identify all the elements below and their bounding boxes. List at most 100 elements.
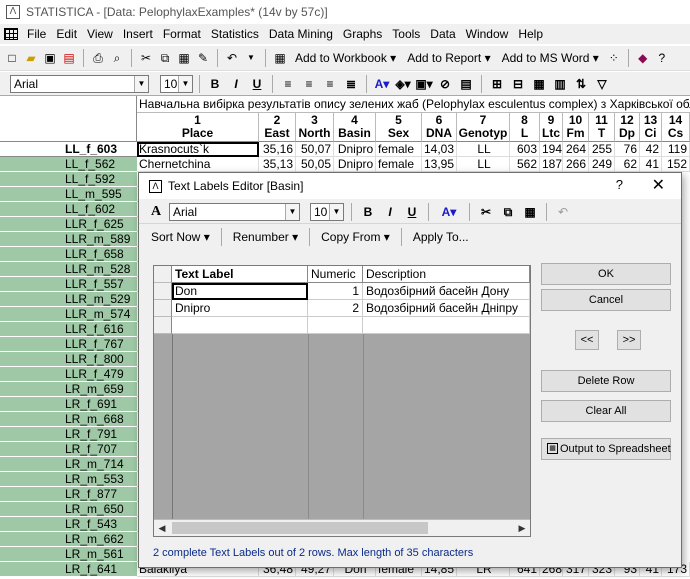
row-label[interactable]: LR_f_691 [0, 397, 137, 412]
row-label[interactable]: LL_f_602 [0, 202, 137, 217]
table-cell[interactable]: female [376, 157, 422, 172]
table-cell[interactable]: female [376, 142, 422, 157]
menu-window[interactable]: Window [461, 27, 514, 41]
column-header-6[interactable]: 6 DNA [422, 113, 457, 142]
table-cell[interactable]: Chernetchina [137, 157, 259, 172]
table-cell[interactable]: 119 [662, 142, 690, 157]
table-cell[interactable]: 14,03 [422, 142, 457, 157]
row-header[interactable] [154, 317, 172, 334]
column-header-11[interactable]: 11 T [589, 113, 615, 142]
delete-row-button[interactable]: Delete Row [541, 370, 671, 392]
menu-data-mining[interactable]: Data Mining [264, 27, 338, 41]
table-cell[interactable]: 62 [615, 157, 640, 172]
table-cell[interactable]: LL [457, 157, 510, 172]
paste-icon[interactable]: ▦ [176, 50, 192, 66]
chevron-down-icon[interactable]: ▼ [243, 50, 259, 66]
paste-icon[interactable]: ▦ [521, 203, 539, 221]
row-label[interactable]: LLR_f_557 [0, 277, 137, 292]
column-header-12[interactable]: 12 Dp [615, 113, 640, 142]
menu-view[interactable]: View [82, 27, 118, 41]
book-icon[interactable]: ◆ [635, 50, 651, 66]
row-label[interactable]: LR_f_543 [0, 517, 137, 532]
column-header-14[interactable]: 14 Cs [662, 113, 690, 142]
cases-icon[interactable]: ⊟ [509, 75, 527, 93]
row-label[interactable]: LR_m_659 [0, 382, 137, 397]
bold-button[interactable]: B [206, 75, 224, 93]
menu-data[interactable]: Data [425, 27, 460, 41]
table-cell[interactable]: Dnipro [334, 142, 376, 157]
help-button[interactable]: ? [616, 177, 623, 192]
table-cell[interactable]: 50,05 [296, 157, 334, 172]
column-header-1[interactable]: 1 Place [137, 113, 259, 142]
table-cell[interactable]: 194 [540, 142, 563, 157]
header-text-label[interactable]: Text Label [172, 266, 308, 283]
row-label[interactable]: LR_m_668 [0, 412, 137, 427]
numeric-cell[interactable]: 2 [308, 300, 363, 317]
text-label-cell[interactable] [172, 317, 308, 334]
renumber-button[interactable]: Renumber ▾ [231, 230, 300, 244]
save-icon[interactable]: ▣ [42, 50, 58, 66]
row-label[interactable]: LR_m_553 [0, 472, 137, 487]
format-painter-icon[interactable]: ✎ [195, 50, 211, 66]
column-header-10[interactable]: 10 Fm [563, 113, 589, 142]
column-header-9[interactable]: 9 Ltc [540, 113, 563, 142]
decimal-icon[interactable]: ⊘ [436, 75, 454, 93]
scroll-left-icon[interactable]: ◀ [154, 520, 170, 536]
description-cell[interactable]: Водозбірний басейн Дону [363, 283, 530, 300]
font-color-icon[interactable]: A▾ [436, 203, 462, 221]
table-cell[interactable]: 255 [589, 142, 615, 157]
cancel-button[interactable]: Cancel [541, 289, 671, 311]
description-cell[interactable]: Водозбірний басейн Дніпру [363, 300, 530, 317]
scroll-right-icon[interactable]: ▶ [514, 520, 530, 536]
variables-icon[interactable]: ⊞ [488, 75, 506, 93]
table-cell[interactable]: 603 [510, 142, 540, 157]
table-cell[interactable]: 50,07 [296, 142, 334, 157]
menu-tools[interactable]: Tools [387, 27, 425, 41]
menu-graphs[interactable]: Graphs [338, 27, 387, 41]
row-label[interactable]: LL_m_595 [0, 187, 137, 202]
font-color-icon[interactable]: A▾ [373, 75, 391, 93]
text-labels-grid[interactable]: Text Label Numeric Description Don 1 Вод… [153, 265, 531, 537]
sort-now-button[interactable]: Sort Now ▾ [149, 230, 212, 244]
column-header-5[interactable]: 5 Sex [376, 113, 422, 142]
row-label[interactable]: LR_f_877 [0, 487, 137, 502]
cut-icon[interactable]: ✂ [477, 203, 495, 221]
table-cell[interactable]: 264 [563, 142, 589, 157]
add-to-report-button[interactable]: Add to Report ▾ [403, 51, 494, 65]
sheet-corner[interactable] [0, 96, 137, 142]
table-cell[interactable]: 562 [510, 157, 540, 172]
output-to-spreadsheet-button[interactable]: ▦ Output to Spreadsheet [541, 438, 671, 460]
table-cell[interactable]: 35,16 [259, 142, 296, 157]
font-size-select[interactable]: 10 ▼ [160, 74, 193, 93]
justify-icon[interactable]: ≣ [342, 75, 360, 93]
scroll-thumb[interactable] [172, 522, 428, 534]
description-cell[interactable] [363, 317, 530, 334]
row-header[interactable] [154, 300, 172, 317]
table-cell[interactable]: 13,95 [422, 157, 457, 172]
row-label[interactable]: LLR_f_616 [0, 322, 137, 337]
spec-icon[interactable]: ▦ [530, 75, 548, 93]
context-help-icon[interactable]: ? [654, 50, 670, 66]
header-numeric[interactable]: Numeric [308, 266, 363, 283]
underline-button[interactable]: U [403, 203, 421, 221]
print-icon[interactable]: ⎙ [90, 50, 106, 66]
row-label[interactable]: LL_f_592 [0, 172, 137, 187]
previous-button[interactable]: << [575, 330, 599, 350]
row-label[interactable]: LR_m_662 [0, 532, 137, 547]
menu-statistics[interactable]: Statistics [206, 27, 264, 41]
text-label-cell[interactable]: Don [172, 283, 308, 300]
font-name-select[interactable]: Arial ▼ [10, 74, 149, 93]
next-button[interactable]: >> [617, 330, 641, 350]
align-right-icon[interactable]: ≡ [321, 75, 339, 93]
text-label-cell[interactable]: Dnipro [172, 300, 308, 317]
row-label[interactable]: LL_f_562 [0, 157, 137, 172]
numeric-cell[interactable]: 1 [308, 283, 363, 300]
column-header-8[interactable]: 8L [510, 113, 540, 142]
row-label[interactable]: LR_m_650 [0, 502, 137, 517]
row-label[interactable]: LLR_f_625 [0, 217, 137, 232]
column-header-7[interactable]: 7 Genotyp [457, 113, 510, 142]
cut-icon[interactable]: ✂ [138, 50, 154, 66]
undo-icon[interactable]: ↶ [554, 203, 572, 221]
sort-icon[interactable]: ⇅ [572, 75, 590, 93]
undo-icon[interactable]: ↶ [224, 50, 240, 66]
